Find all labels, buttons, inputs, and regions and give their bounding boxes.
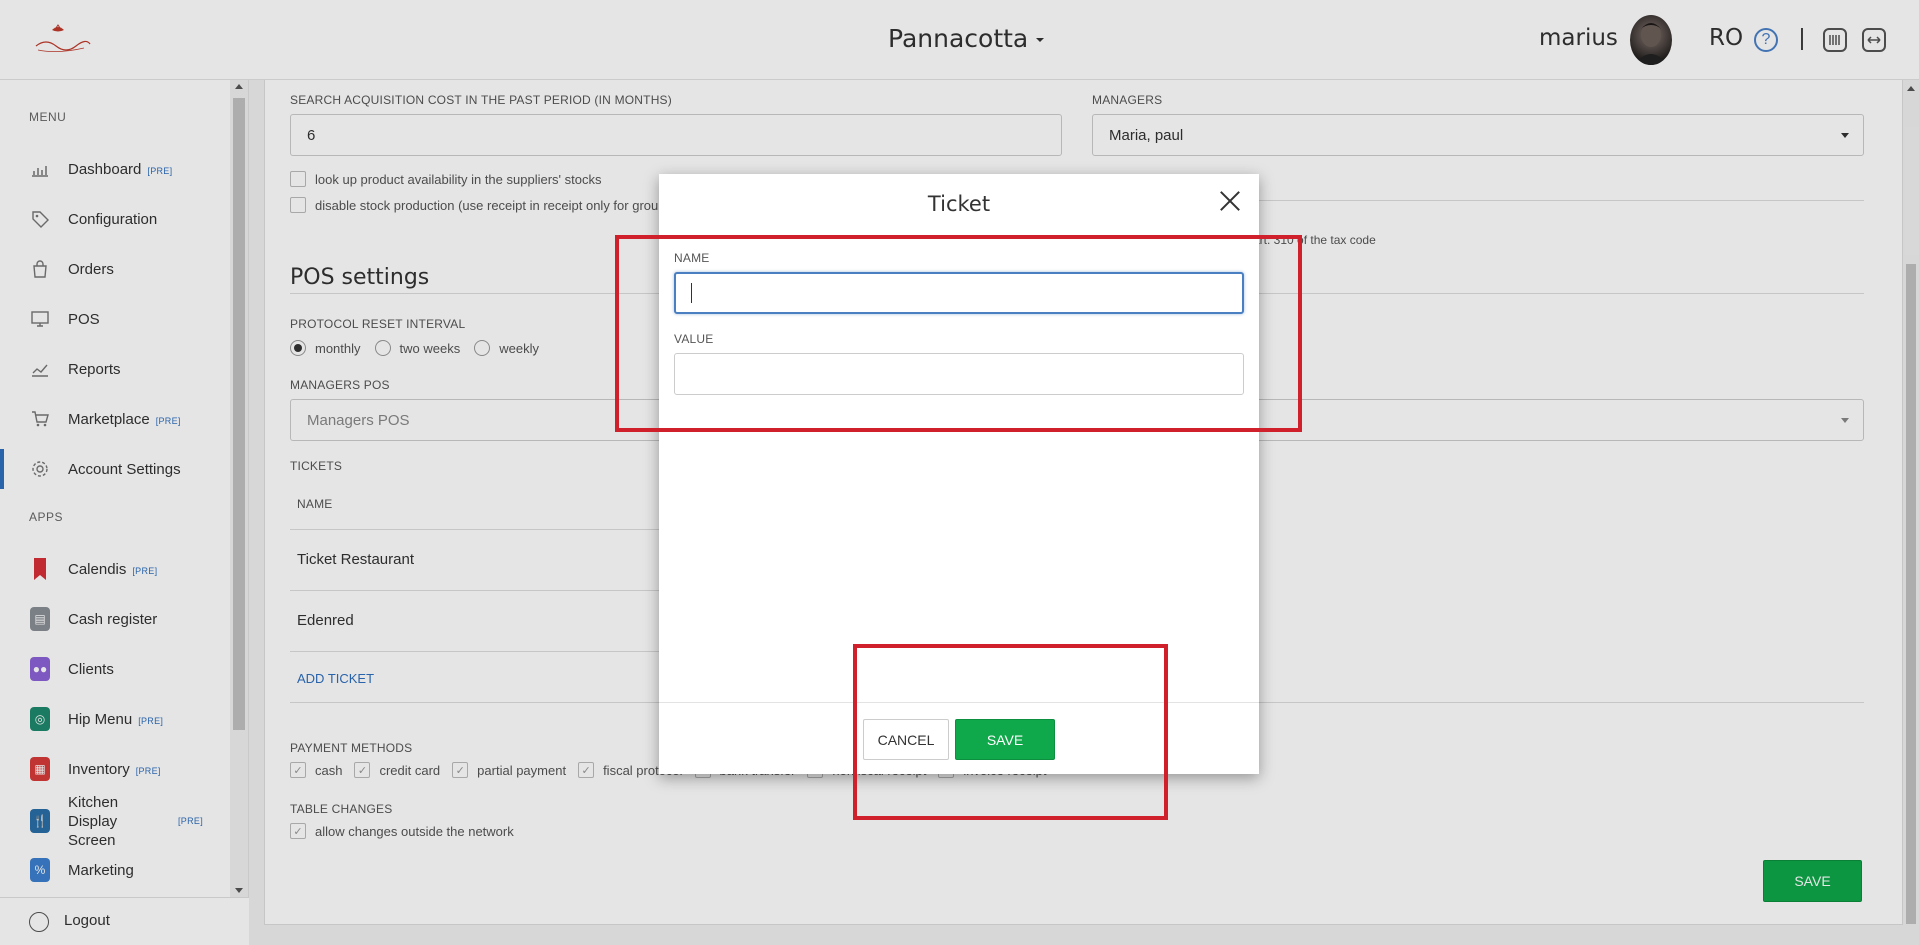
annotation-box-buttons [853, 644, 1168, 820]
annotation-box-fields [615, 235, 1302, 432]
modal-title: Ticket [927, 192, 991, 216]
close-icon[interactable] [1219, 190, 1241, 212]
